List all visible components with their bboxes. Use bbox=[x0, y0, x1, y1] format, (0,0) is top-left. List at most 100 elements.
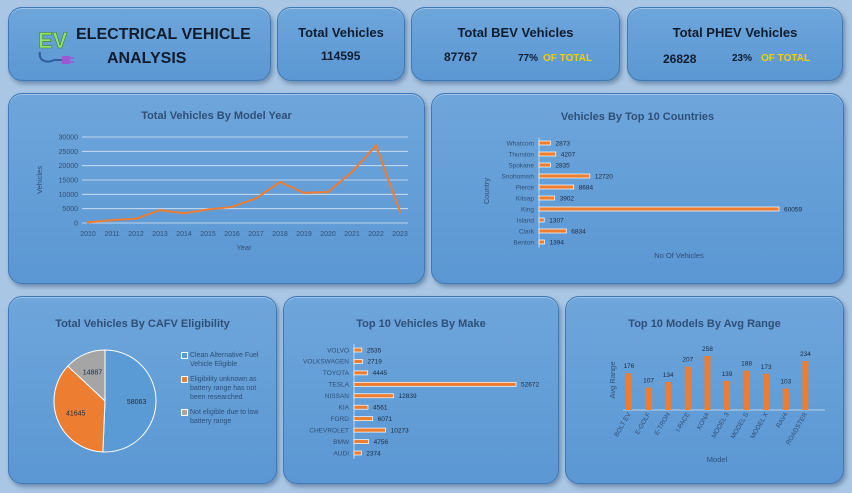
bar bbox=[353, 381, 517, 387]
y-tick-label: 15000 bbox=[59, 178, 79, 185]
data-point bbox=[350, 170, 354, 174]
data-label: 2873 bbox=[555, 140, 570, 147]
data-label: 12839 bbox=[398, 393, 416, 400]
data-label: 2374 bbox=[366, 450, 381, 457]
bar bbox=[538, 184, 575, 190]
legend-label: Eligibility unknown as battery range has… bbox=[190, 376, 257, 401]
y-tick-label: 10000 bbox=[59, 192, 79, 199]
data-label: 4561 bbox=[373, 405, 388, 412]
header-title-line2: ANALYSIS bbox=[107, 50, 187, 67]
category-label: King bbox=[521, 206, 534, 213]
data-label: 4207 bbox=[561, 151, 576, 158]
y-axis-label: Country bbox=[482, 178, 491, 205]
kpi-phev-card: Total PHEV Vehicles 26828 23% OF TOTAL bbox=[627, 7, 843, 81]
category-label: Benton bbox=[513, 239, 534, 246]
legend-label: Not eligible due to low battery range bbox=[190, 409, 259, 425]
category-label: FORD bbox=[331, 416, 350, 423]
category-label: TOYOTA bbox=[323, 370, 350, 377]
bar bbox=[538, 239, 545, 245]
y-tick-label: 0 bbox=[74, 221, 78, 228]
bar bbox=[704, 356, 711, 410]
slice-label: 41645 bbox=[66, 410, 86, 417]
legend-item: Not eligible due to low battery range bbox=[181, 408, 273, 426]
kpi-total-value: 114595 bbox=[321, 49, 361, 63]
data-point bbox=[230, 205, 234, 209]
category-label: I-PACE bbox=[675, 411, 692, 433]
bar bbox=[353, 370, 369, 376]
data-label: 176 bbox=[624, 363, 635, 370]
x-tick-label: 2022 bbox=[368, 231, 384, 238]
countries-chart: Whatcom 2873 Thurston 4207 Spokane 2835 Snohom… bbox=[482, 137, 802, 260]
header-title-line1: ELECTRICAL VEHICLE bbox=[76, 26, 251, 43]
legend-swatch bbox=[181, 376, 188, 383]
category-label: Snohomish bbox=[501, 173, 534, 180]
kpi-phev-of-label: OF TOTAL bbox=[761, 53, 811, 64]
bar bbox=[538, 228, 567, 234]
data-label: 2835 bbox=[555, 162, 570, 169]
data-label: 103 bbox=[780, 378, 791, 385]
data-label: 134 bbox=[663, 372, 674, 379]
data-point bbox=[110, 218, 114, 222]
data-label: 207 bbox=[682, 357, 693, 364]
data-point bbox=[254, 197, 258, 200]
data-label: 188 bbox=[741, 361, 752, 368]
bar bbox=[684, 366, 691, 410]
x-tick-label: 2021 bbox=[344, 231, 360, 238]
x-tick-label: 2011 bbox=[104, 231, 119, 238]
data-label: 258 bbox=[702, 346, 713, 353]
data-label: 1394 bbox=[550, 239, 565, 246]
bar bbox=[538, 173, 591, 179]
bar bbox=[538, 195, 555, 201]
bar bbox=[353, 416, 374, 422]
data-label: 4756 bbox=[374, 439, 389, 446]
data-label: 6834 bbox=[571, 228, 586, 235]
category-label: CHEVROLET bbox=[309, 427, 349, 434]
category-label: E-TRON bbox=[653, 411, 672, 436]
data-label: 173 bbox=[761, 364, 772, 371]
data-point bbox=[326, 190, 330, 194]
legend-item: Clean Alternative Fuel Vehicle Eligible bbox=[181, 351, 273, 369]
category-label: Clark bbox=[519, 228, 535, 235]
series-line bbox=[87, 143, 401, 224]
data-label: 12720 bbox=[595, 173, 613, 180]
data-point bbox=[302, 191, 306, 195]
category-label: Pierce bbox=[516, 184, 535, 191]
line-chart-card: Total Vehicles By Model Year 0 5000 10000 1… bbox=[8, 93, 425, 284]
bar bbox=[763, 373, 770, 410]
bar bbox=[538, 151, 557, 157]
category-label: RAV4 bbox=[775, 411, 790, 429]
data-label: 234 bbox=[800, 351, 811, 358]
kpi-bev-title: Total BEV Vehicles bbox=[457, 25, 574, 40]
bar bbox=[645, 387, 652, 410]
bar bbox=[353, 393, 394, 399]
bar bbox=[538, 140, 551, 146]
kpi-bev-pct: 77% bbox=[518, 53, 539, 64]
kpi-phev-title: Total PHEV Vehicles bbox=[672, 25, 798, 40]
y-tick-label: 30000 bbox=[59, 135, 79, 142]
category-label: VOLVO bbox=[327, 347, 349, 354]
y-tick-label: 20000 bbox=[59, 163, 79, 170]
bar bbox=[724, 380, 730, 410]
data-point bbox=[398, 210, 402, 213]
category-label: Island bbox=[517, 217, 535, 224]
bar bbox=[353, 439, 369, 444]
x-tick-label: 2020 bbox=[320, 231, 336, 238]
category-label: KIA bbox=[339, 405, 350, 412]
y-axis-label: Vehicles bbox=[35, 166, 44, 194]
bar bbox=[538, 206, 780, 212]
bar bbox=[538, 162, 551, 168]
bar bbox=[665, 381, 672, 410]
kpi-bev-card: Total BEV Vehicles 87767 77% OF TOTAL bbox=[411, 7, 620, 81]
ev-logo-icon: EV bbox=[38, 28, 74, 64]
category-label: MODEL X bbox=[749, 411, 770, 440]
bar bbox=[538, 217, 545, 223]
models-chart-card: Top 10 Models By Avg Range 176 BOLT EV 107… bbox=[565, 296, 844, 484]
bar bbox=[802, 361, 809, 410]
legend-swatch bbox=[181, 409, 188, 416]
x-tick-label: 2013 bbox=[152, 231, 168, 238]
data-point bbox=[134, 217, 138, 220]
line-chart: 0 5000 10000 15000 20000 25000 30000 2010 2011 20… bbox=[35, 135, 408, 252]
y-tick-label: 5000 bbox=[62, 206, 78, 213]
category-label: MODEL 3 bbox=[711, 411, 731, 439]
data-label: 2535 bbox=[367, 347, 382, 354]
